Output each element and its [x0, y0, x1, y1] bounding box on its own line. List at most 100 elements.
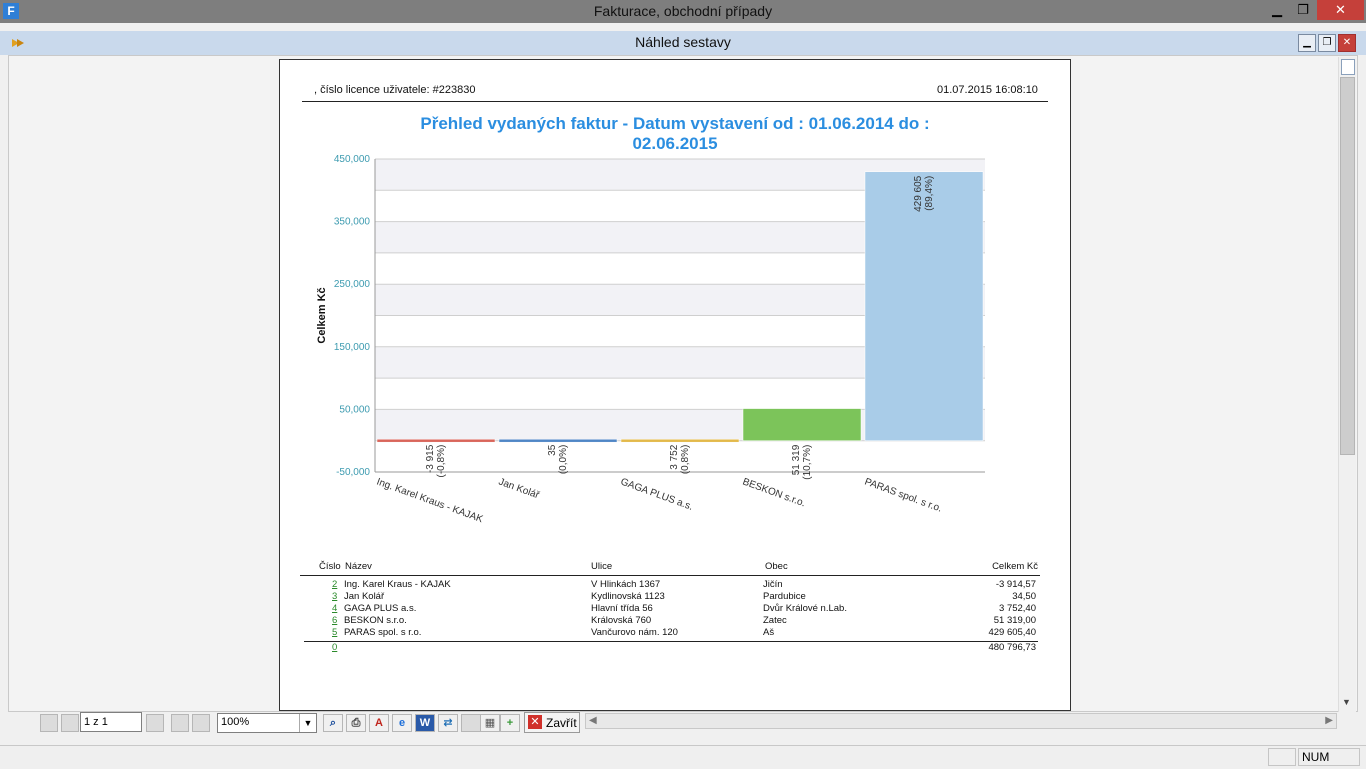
row-street: Královská 760	[591, 615, 652, 626]
bar-percent-label: (10,7%)	[802, 445, 813, 480]
bar-value-label: 429 605	[913, 175, 924, 212]
page-view-icon[interactable]	[192, 714, 210, 732]
row-street: Hlavní třída 56	[591, 603, 653, 614]
app-title: Fakturace, obchodní případy	[593, 3, 773, 19]
row-city: Pardubice	[763, 591, 806, 602]
y-axis-ticks: 450,000 350,000 250,000 150,000 50,000 -50,00…	[334, 154, 371, 478]
total-sum: 480 796,73	[988, 642, 1036, 653]
row-number-link[interactable]: 4	[332, 603, 337, 614]
y-tick-label: 50,000	[339, 404, 370, 415]
row-city: Aš	[763, 627, 775, 638]
report-title-line1: Přehled vydaných faktur - Datum vystaven…	[420, 114, 930, 133]
restore-button[interactable]: ❐	[1291, 0, 1315, 20]
inner-close-button[interactable]: ✕	[1338, 34, 1356, 52]
next-page-icon[interactable]	[146, 714, 164, 732]
status-bar: NUM	[0, 745, 1366, 769]
row-name: Jan Kolář	[344, 591, 385, 602]
close-app-button[interactable]: ✕	[1317, 0, 1364, 20]
row-number-link[interactable]: 3	[332, 591, 337, 602]
y-tick-label: -50,000	[336, 467, 370, 478]
scroll-left-arrow-icon[interactable]: ◀	[589, 715, 597, 726]
row-number-link[interactable]: 5	[332, 627, 337, 638]
bar	[864, 171, 984, 441]
col-header-nazev: Název	[345, 561, 372, 572]
bar	[620, 438, 740, 443]
row-street: V Hlinkách 1367	[591, 579, 661, 590]
row-city: Jičín	[763, 579, 783, 590]
bar-percent-label: (89,4%)	[924, 176, 935, 211]
col-header-celkem: Celkem Kč	[992, 561, 1038, 572]
bar-percent-label: (0,8%)	[680, 445, 691, 474]
scroll-right-arrow-icon[interactable]: ▶	[1325, 715, 1333, 726]
row-city: Dvůr Králové n.Lab.	[763, 603, 847, 614]
table-header-divider	[300, 575, 1040, 576]
minimize-button[interactable]: ▁	[1265, 0, 1289, 20]
inner-restore-button[interactable]: ❐	[1318, 34, 1336, 52]
scroll-top-icon[interactable]	[1341, 59, 1355, 75]
bar	[376, 438, 496, 443]
status-panel-empty	[1268, 748, 1296, 766]
category-labels: Ing. Karel Kraus - KAJAK Jan Kolář GAGA PL…	[375, 476, 943, 525]
bar-percent-label: (-0,8%)	[436, 445, 447, 478]
row-name: PARAS spol. s r.o.	[344, 627, 422, 638]
row-total: 429 605,40	[988, 627, 1036, 638]
row-total: 3 752,40	[999, 603, 1036, 614]
y-tick-label: 250,000	[334, 279, 371, 290]
pdf-export-icon[interactable]: A	[369, 714, 389, 732]
calculator-icon[interactable]: ▦	[480, 714, 500, 732]
row-name: Ing. Karel Kraus - KAJAK	[344, 579, 451, 590]
license-info: , číslo licence uživatele: #223830	[314, 84, 476, 96]
report-window-title: Náhled sestavy	[635, 34, 731, 50]
category-label: PARAS spol. s r.o.	[863, 476, 943, 514]
bar-value-label: 51 319	[791, 444, 802, 475]
category-label: Ing. Karel Kraus - KAJAK	[375, 476, 485, 525]
y-tick-label: 350,000	[334, 217, 371, 228]
vertical-scrollbar[interactable]: ▼	[1338, 57, 1356, 712]
refresh-icon[interactable]: ⇄	[438, 714, 458, 732]
row-total: 51 319,00	[993, 615, 1036, 626]
row-street: Kydlinovská 1123	[591, 591, 665, 602]
bar-chart: 450,000 350,000 250,000 150,000 50,000 -50,00…	[316, 154, 985, 525]
prev-page-icon[interactable]	[61, 714, 79, 732]
bar	[742, 408, 862, 441]
last-page-icon[interactable]	[171, 714, 189, 732]
row-number-link[interactable]: 6	[332, 615, 337, 626]
excel-export-icon[interactable]: +	[500, 714, 520, 732]
web-export-icon[interactable]: e	[392, 714, 412, 732]
report-datetime: 01.07.2015 16:08:10	[937, 84, 1038, 96]
close-report-button[interactable]: ✕ Zavřít	[524, 712, 580, 733]
header-divider	[302, 101, 1048, 102]
y-tick-label: 150,000	[334, 342, 371, 353]
col-header-obec: Obec	[765, 561, 788, 572]
scroll-down-arrow-icon[interactable]: ▼	[1342, 697, 1351, 707]
col-header-ulice: Ulice	[591, 561, 613, 572]
app-title-bar: F Fakturace, obchodní případy ▁ ❐ ✕	[0, 0, 1366, 23]
horizontal-scrollbar[interactable]: ◀ ▶	[585, 713, 1337, 729]
bar-value-label: -3 915	[425, 444, 436, 473]
word-export-icon[interactable]: W	[415, 714, 435, 732]
bar-value-label: 35	[547, 444, 558, 456]
find-icon[interactable]: ⌕	[323, 714, 343, 732]
bar-percent-label: (0,0%)	[558, 445, 569, 474]
table-total-divider	[304, 641, 1038, 642]
close-icon: ✕	[528, 715, 542, 729]
bar-value-label: 3 752	[669, 444, 680, 469]
col-header-cislo: Číslo	[319, 561, 341, 572]
zoom-select[interactable]: 100% ▼	[217, 713, 317, 733]
category-label: BESKON s.r.o.	[741, 476, 807, 509]
scroll-thumb[interactable]	[1340, 77, 1355, 455]
total-count-link[interactable]: 0	[332, 642, 337, 653]
row-name: GAGA PLUS a.s.	[344, 603, 417, 614]
print-icon[interactable]: ⎙	[346, 714, 366, 732]
zoom-value: 100%	[221, 716, 250, 728]
chevron-down-icon[interactable]: ▼	[299, 714, 316, 732]
blank-tool-icon[interactable]	[461, 714, 481, 732]
row-street: Vančurovo nám. 120	[591, 627, 678, 638]
page-number-input[interactable]	[80, 712, 142, 732]
inner-minimize-button[interactable]: ▁	[1298, 34, 1316, 52]
first-page-icon[interactable]	[40, 714, 58, 732]
row-number-link[interactable]: 2	[332, 579, 337, 590]
row-total: 34,50	[1012, 591, 1036, 602]
bar	[498, 438, 618, 443]
category-label: GAGA PLUS a.s.	[619, 476, 694, 512]
